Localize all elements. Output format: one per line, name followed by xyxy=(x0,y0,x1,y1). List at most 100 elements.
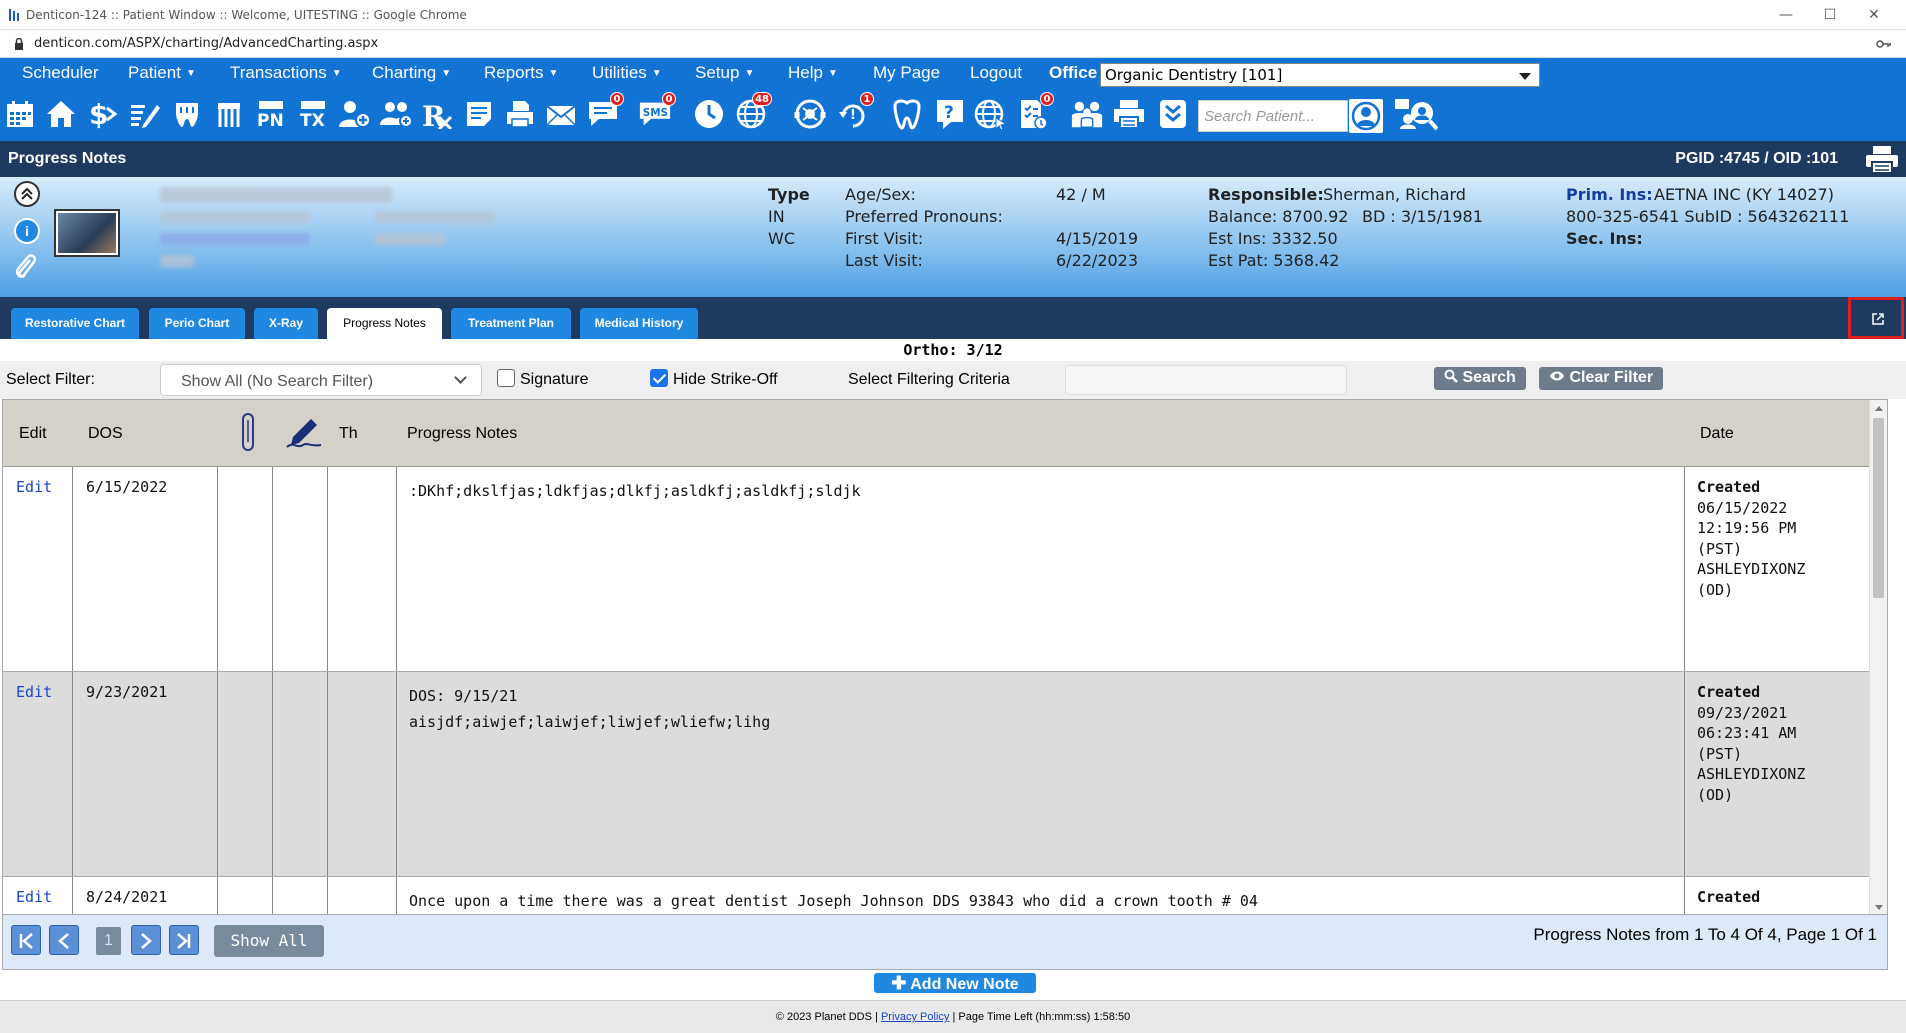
header-th: Th xyxy=(339,425,358,442)
tab-treatment-plan[interactable]: Treatment Plan xyxy=(451,308,571,339)
created-label: Created xyxy=(1697,478,1761,496)
time-line: 06:23:41 AM xyxy=(1697,724,1797,742)
email-icon[interactable] xyxy=(544,96,578,132)
next-page-button[interactable] xyxy=(131,925,161,955)
support-icon[interactable] xyxy=(793,96,827,132)
table-header: Edit DOS Th Progress Notes Date xyxy=(3,400,1887,467)
patient-lookup-icon[interactable] xyxy=(1393,96,1439,132)
date-line: 06/15/2022 xyxy=(1697,498,1788,517)
scroll-thumb[interactable] xyxy=(1873,418,1884,598)
menu-transactions[interactable]: Transactions ▼ xyxy=(230,63,342,83)
tab-progress-notes[interactable]: Progress Notes xyxy=(327,308,442,339)
add-new-note-label: Add New Note xyxy=(910,976,1019,993)
edit-link[interactable]: Edit xyxy=(16,888,52,906)
pgid-oid-label: PGID :4745 / OID :101 xyxy=(1675,150,1838,167)
alert-icon[interactable]: ! 1 xyxy=(836,92,874,132)
pn-icon[interactable]: PN xyxy=(254,96,288,132)
user-search-icon[interactable] xyxy=(1349,99,1383,133)
filter-select[interactable]: Show All (No Search Filter) xyxy=(160,364,482,396)
hide-strike-off-label: Hide Strike-Off xyxy=(673,371,778,388)
print-page-icon[interactable] xyxy=(1864,145,1900,175)
patient-photo[interactable] xyxy=(54,209,120,257)
web-icon[interactable] xyxy=(974,96,1008,132)
select-filter-label: Select Filter: xyxy=(6,371,95,388)
menu-patient[interactable]: Patient ▼ xyxy=(128,63,196,83)
chevron-down-icon xyxy=(454,371,467,384)
maximize-button[interactable]: ☐ xyxy=(1808,4,1852,26)
address-bar[interactable]: denticon.com/ASPX/charting/AdvancedChart… xyxy=(0,30,1906,58)
edit-link[interactable]: Edit xyxy=(16,683,52,701)
menu-reports[interactable]: Reports ▼ xyxy=(484,63,558,83)
popout-button[interactable] xyxy=(1848,297,1904,339)
clock-icon[interactable] xyxy=(692,96,726,132)
perio-icon[interactable] xyxy=(212,96,246,132)
people-icon[interactable] xyxy=(1070,96,1104,132)
tooth-icon[interactable] xyxy=(890,96,924,132)
url-text[interactable]: denticon.com/ASPX/charting/AdvancedChart… xyxy=(34,36,378,51)
scroll-down-icon[interactable] xyxy=(1875,905,1883,910)
dollar-icon[interactable]: $ xyxy=(84,96,118,132)
message-icon[interactable]: 0 xyxy=(586,92,624,132)
minimize-button[interactable]: — xyxy=(1764,4,1808,26)
last-page-button[interactable] xyxy=(169,925,199,955)
home-icon[interactable] xyxy=(44,96,78,132)
calendar-icon[interactable] xyxy=(3,96,37,132)
caret-down-icon: ▼ xyxy=(548,68,559,79)
download-icon[interactable] xyxy=(1156,96,1190,132)
menu-logout[interactable]: Logout xyxy=(970,63,1022,83)
attachment-icon[interactable] xyxy=(12,253,38,279)
add-new-note-button[interactable]: ✚ Add New Note xyxy=(874,973,1036,993)
signature-checkbox[interactable] xyxy=(497,369,515,387)
printer-icon[interactable] xyxy=(1112,96,1146,132)
forms-icon[interactable]: 0 xyxy=(1016,92,1054,132)
privacy-policy-link[interactable]: Privacy Policy xyxy=(881,1011,949,1023)
family-icon[interactable] xyxy=(380,96,414,132)
page-time-left: | Page Time Left (hh:mm:ss) 1:58:50 xyxy=(952,1011,1131,1023)
menu-scheduler[interactable]: Scheduler xyxy=(22,63,99,83)
note-line: DOS: 9/15/21 xyxy=(409,687,518,705)
edit-link[interactable]: Edit xyxy=(16,478,52,496)
globe-badge: 48 xyxy=(752,92,772,106)
menu-setup[interactable]: Setup ▼ xyxy=(695,63,754,83)
previous-page-button[interactable] xyxy=(49,925,79,955)
menu-charting[interactable]: Charting ▼ xyxy=(372,63,451,83)
show-all-button[interactable]: Show All xyxy=(214,925,324,957)
table-row: Edit 8/24/2021 Once upon a time there wa… xyxy=(3,877,1887,914)
key-icon[interactable] xyxy=(1876,37,1892,51)
tx-icon[interactable]: TX xyxy=(296,96,330,132)
tab-restorative-chart[interactable]: Restorative Chart xyxy=(11,308,139,339)
phone2-redacted xyxy=(160,233,310,245)
svg-text:?: ? xyxy=(944,103,954,123)
tab-x-ray[interactable]: X-Ray xyxy=(254,308,318,339)
role-line: (OD) xyxy=(1697,785,1734,804)
tab-perio-chart[interactable]: Perio Chart xyxy=(149,308,245,339)
scroll-up-icon[interactable] xyxy=(1875,406,1883,411)
table-scrollbar[interactable] xyxy=(1869,400,1887,914)
filtering-criteria-input[interactable] xyxy=(1065,365,1347,395)
tab-medical-history[interactable]: Medical History xyxy=(580,308,698,339)
search-button[interactable]: Search xyxy=(1434,367,1526,390)
hide-strike-off-checkbox[interactable] xyxy=(650,369,668,387)
tooth-chart-icon[interactable] xyxy=(170,96,204,132)
menu-utilities[interactable]: Utilities ▼ xyxy=(592,63,662,83)
add-patient-icon[interactable] xyxy=(338,96,372,132)
collapse-icon[interactable] xyxy=(14,181,40,207)
menu-my-page[interactable]: My Page xyxy=(873,63,940,83)
info-icon[interactable]: i xyxy=(14,218,40,244)
notes-icon[interactable] xyxy=(462,96,496,132)
current-page-number[interactable]: 1 xyxy=(96,927,121,955)
clear-filter-button[interactable]: Clear Filter xyxy=(1539,367,1664,390)
edit-icon[interactable] xyxy=(128,96,162,132)
print-icon[interactable] xyxy=(503,96,537,132)
globe-icon[interactable]: 48 xyxy=(734,92,772,132)
signature-column-icon xyxy=(286,419,322,448)
sms-icon[interactable]: SMS 0 xyxy=(638,92,676,132)
menu-help[interactable]: Help ▼ xyxy=(788,63,838,83)
help-icon[interactable]: ? xyxy=(933,96,967,132)
first-page-button[interactable] xyxy=(11,925,41,955)
close-window-button[interactable]: ✕ xyxy=(1852,4,1896,26)
office-select[interactable]: Organic Dentistry [101] xyxy=(1100,63,1540,87)
message-badge: 0 xyxy=(610,92,624,106)
rx-icon[interactable]: R xyxy=(420,96,454,132)
search-patient-input[interactable]: Search Patient... xyxy=(1198,100,1348,132)
